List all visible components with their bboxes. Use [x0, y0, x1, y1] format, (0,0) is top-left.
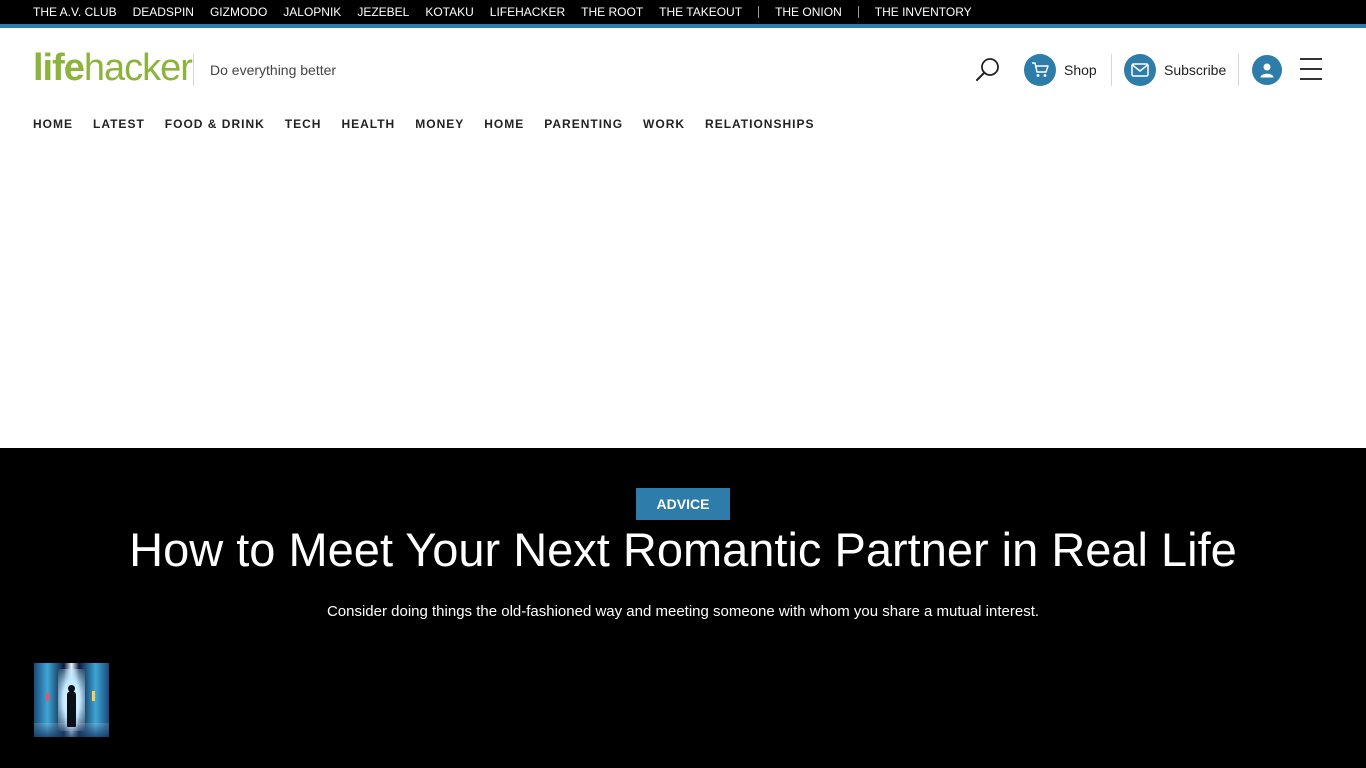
- main-nav: HOME LATEST FOOD & DRINK TECH HEALTH MON…: [33, 115, 834, 133]
- header-divider: [193, 54, 194, 86]
- article-hero: ADVICE How to Meet Your Next Romantic Pa…: [0, 448, 1366, 768]
- lifehacker-logo[interactable]: life hacker: [33, 47, 193, 89]
- nav-item-relationships[interactable]: RELATIONSHIPS: [705, 117, 814, 131]
- nav-item-food-drink[interactable]: FOOD & DRINK: [165, 117, 265, 131]
- article-thumbnail[interactable]: [34, 663, 109, 737]
- article-headline: How to Meet Your Next Romantic Partner i…: [129, 523, 1237, 576]
- network-link-jezebel[interactable]: JEZEBEL: [357, 5, 409, 19]
- network-link-av-club[interactable]: THE A.V. CLUB: [33, 5, 117, 19]
- nav-item-home[interactable]: HOME: [33, 117, 73, 131]
- logo-hacker-text: hacker: [83, 47, 193, 89]
- ad-space: [0, 140, 1366, 448]
- header-separator: [1111, 54, 1112, 86]
- search-icon: [976, 58, 999, 81]
- site-tagline: Do everything better: [210, 62, 337, 78]
- network-link-kotaku[interactable]: KOTAKU: [425, 5, 473, 19]
- user-icon: [1260, 63, 1274, 78]
- network-separator: [857, 6, 859, 18]
- nav-item-parenting[interactable]: PARENTING: [544, 117, 623, 131]
- nav-item-latest[interactable]: LATEST: [93, 117, 145, 131]
- nav-item-home-2[interactable]: HOME: [484, 117, 524, 131]
- article-dek: Consider doing things the old-fashioned …: [326, 603, 1040, 620]
- network-link-the-onion[interactable]: THE ONION: [775, 5, 842, 19]
- nav-item-tech[interactable]: TECH: [285, 117, 322, 131]
- logo-life-text: life: [33, 47, 85, 89]
- shop-button[interactable]: Shop: [1024, 54, 1097, 86]
- network-link-lifehacker[interactable]: LIFEHACKER: [490, 5, 565, 19]
- cart-icon: [1024, 54, 1056, 86]
- search-button[interactable]: [974, 56, 1002, 84]
- account-button[interactable]: [1252, 55, 1282, 85]
- category-badge[interactable]: ADVICE: [636, 488, 730, 520]
- network-link-the-takeout[interactable]: THE TAKEOUT: [659, 5, 742, 19]
- network-bar: THE A.V. CLUB DEADSPIN GIZMODO JALOPNIK …: [0, 0, 1366, 24]
- network-link-the-root[interactable]: THE ROOT: [581, 5, 643, 19]
- nav-item-work[interactable]: WORK: [643, 117, 685, 131]
- subscribe-button[interactable]: Subscribe: [1124, 54, 1226, 86]
- network-link-jalopnik[interactable]: JALOPNIK: [283, 5, 341, 19]
- shop-label: Shop: [1064, 62, 1097, 78]
- nav-item-money[interactable]: MONEY: [415, 117, 464, 131]
- hamburger-menu-button[interactable]: [1300, 58, 1322, 80]
- network-separator: [758, 6, 760, 18]
- network-link-gizmodo[interactable]: GIZMODO: [210, 5, 267, 19]
- network-link-deadspin[interactable]: DEADSPIN: [133, 5, 194, 19]
- network-link-the-inventory[interactable]: THE INVENTORY: [875, 5, 972, 19]
- nav-item-health[interactable]: HEALTH: [341, 117, 395, 131]
- site-header: life hacker Do everything better Shop Sub…: [0, 28, 1366, 112]
- subscribe-label: Subscribe: [1164, 62, 1227, 78]
- header-separator: [1238, 54, 1239, 86]
- hamburger-icon: [1300, 58, 1322, 80]
- mail-icon: [1124, 54, 1156, 86]
